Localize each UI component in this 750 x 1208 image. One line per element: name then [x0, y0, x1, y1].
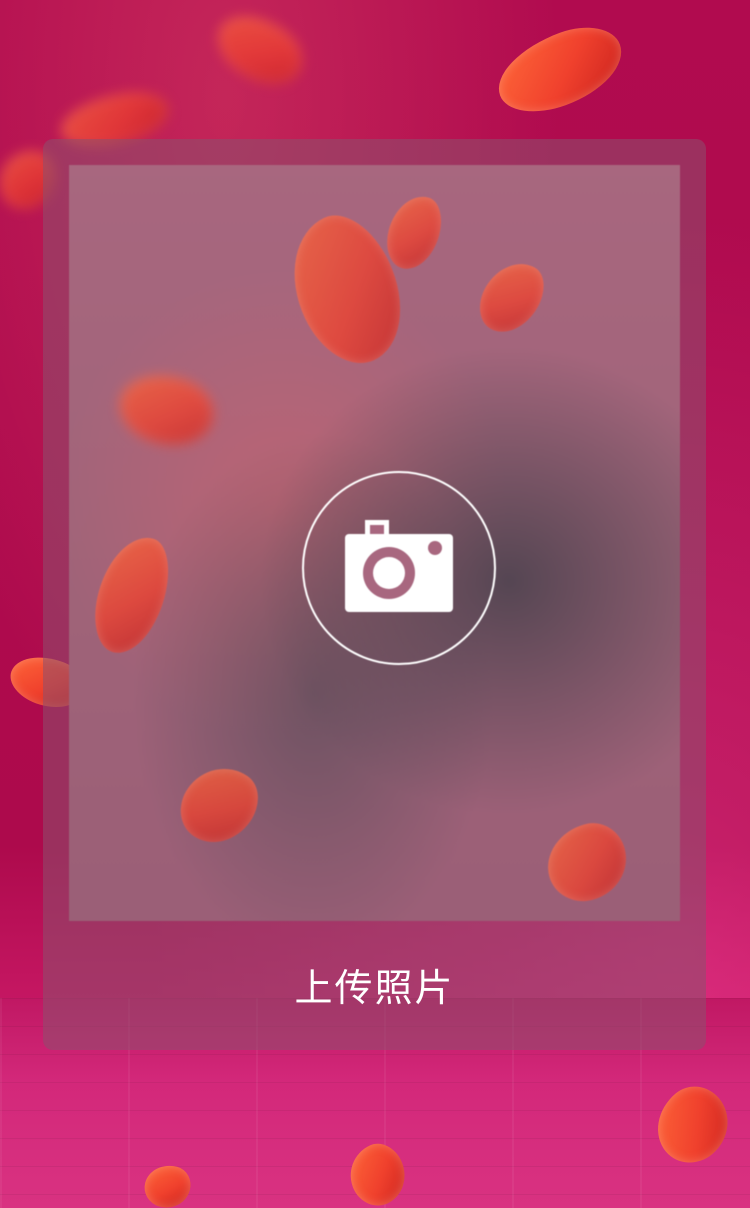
upload-photo-label[interactable]: 上传照片: [43, 957, 706, 1012]
photo-preview-frame[interactable]: [69, 165, 680, 921]
petal-decoration: [167, 752, 271, 858]
petal-decoration: [468, 251, 555, 344]
upload-photo-button[interactable]: [302, 471, 496, 665]
petal-decoration: [84, 528, 179, 662]
petal-decoration: [380, 189, 448, 276]
upload-card[interactable]: 上传照片: [43, 139, 706, 1050]
camera-icon: [345, 520, 453, 616]
petal-decoration: [109, 360, 224, 460]
petal-decoration: [538, 815, 636, 910]
